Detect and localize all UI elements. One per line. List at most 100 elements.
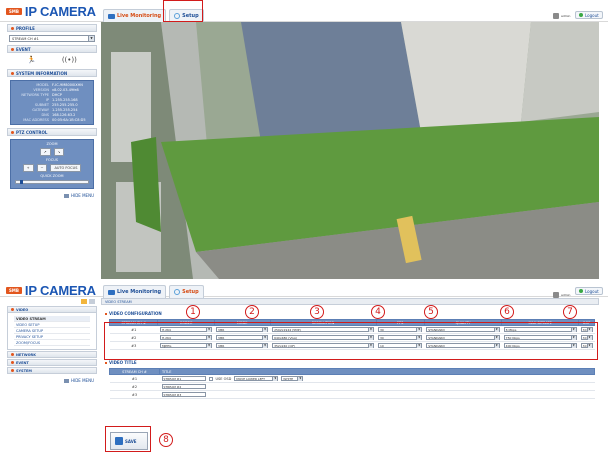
menu-network-label: NETWORK: [16, 352, 36, 357]
tab-live-label: Live Monitoring: [117, 289, 162, 295]
refresh-icon[interactable]: [89, 299, 95, 304]
bullet-icon: [11, 361, 14, 364]
tab-live-label: Live Monitoring: [117, 13, 162, 19]
profile-header[interactable]: PROFILE: [7, 24, 97, 32]
stream-select-value: STREAM CH #1: [12, 36, 39, 41]
use-osd-label: USE OSD: [215, 376, 232, 381]
info-key: DNS: [41, 113, 49, 117]
osd-color-select[interactable]: WHITE ▼: [281, 376, 304, 381]
home-icon[interactable]: [81, 299, 87, 304]
highlight-save-button: [105, 426, 151, 452]
bullet-icon: [11, 71, 14, 75]
tab-setup[interactable]: Setup: [169, 285, 204, 298]
title-cell: STREAM #1 USE OSD MOVE LOWER LEFT ▼ WHITE ▼: [159, 374, 595, 383]
annotation-marker: 1: [186, 305, 200, 319]
menu-event[interactable]: EVENT: [7, 359, 97, 366]
bullet-icon: [11, 369, 14, 372]
monitor-icon: [108, 289, 115, 295]
info-key: NETWORK TYPE: [21, 93, 49, 97]
osd-position-select[interactable]: MOVE LOWER LEFT ▼: [234, 376, 279, 381]
zoom-in-button[interactable]: ↗: [39, 148, 51, 156]
menu-toolbar: [7, 299, 97, 305]
sysinfo-header[interactable]: SYSTEM INFORMATION: [7, 69, 97, 77]
annotation-marker: 7: [563, 305, 577, 319]
title-cell: STREAM #3: [159, 390, 595, 399]
tab-live-monitoring[interactable]: Live Monitoring: [103, 285, 167, 298]
brand-badge: SMB: [6, 8, 22, 15]
bullet-icon: [11, 26, 14, 30]
menu-system[interactable]: SYSTEM: [7, 367, 97, 374]
info-value: 1.255.255.254: [52, 108, 78, 112]
info-key: SUBNET: [34, 103, 49, 107]
zoom-out-button[interactable]: ↘: [53, 148, 65, 156]
select-value: MOVE LOWER LEFT: [236, 376, 265, 381]
info-value: 255.255.255.0: [52, 103, 78, 107]
logout-button[interactable]: Logout: [575, 287, 603, 295]
video-title-label: VIDEO TITLE: [109, 360, 137, 365]
stream-select[interactable]: STREAM CH #1 ▼: [9, 35, 95, 42]
alarm-icon: ((•)): [61, 56, 77, 64]
brand-title: IP CAMERA: [24, 4, 96, 19]
system-info-panel: MODEL F-IC-9M8000IXHN VERSION v8.02.03-49fe…: [10, 80, 94, 125]
title-cell: STREAM #2: [159, 382, 595, 391]
highlight-setup-tab: [163, 0, 203, 22]
hide-menu-label: HIDE MENU: [71, 378, 94, 383]
submenu-item[interactable]: ZOOM/FOCUS: [14, 340, 90, 346]
setup-tabs: Live Monitoring Setup: [103, 285, 204, 298]
annotation-marker: 5: [424, 305, 438, 319]
menu-event-label: EVENT: [16, 360, 29, 365]
logout-label: Logout: [585, 288, 599, 294]
monitor-icon: [108, 13, 115, 19]
chevron-down-icon: ▼: [88, 36, 94, 41]
user-name: admin: [561, 14, 571, 18]
title-input[interactable]: STREAM #2: [161, 384, 206, 389]
info-value: 1.255.255.168: [52, 98, 78, 102]
annotation-marker: 2: [245, 305, 259, 319]
menu-system-label: SYSTEM: [16, 368, 32, 373]
sidebar: PROFILE STREAM CH #1 ▼ EVENT 🏃 ((•)) SYSTE…: [7, 22, 97, 198]
info-value: v8.02.03-49fe8: [52, 88, 79, 92]
menu-video[interactable]: VIDEO: [7, 306, 97, 313]
title-input[interactable]: STREAM #3: [161, 392, 206, 397]
title-input[interactable]: STREAM #1: [161, 376, 206, 381]
annotation-marker: 6: [500, 305, 514, 319]
video-config-label: VIDEO CONFIGURATION: [109, 311, 162, 316]
gear-icon: [174, 289, 181, 295]
info-value: 168.126.63.2: [52, 113, 76, 117]
brand-setup: SMB IP CAMERA: [6, 283, 96, 298]
user-name: admin: [561, 293, 571, 297]
zoom-label: ZOOM: [46, 142, 58, 146]
tab-live-monitoring[interactable]: Live Monitoring: [103, 9, 167, 22]
use-osd-checkbox[interactable]: [208, 376, 213, 381]
hide-icon: [64, 378, 70, 383]
bullet-icon: [11, 353, 14, 356]
logout-button[interactable]: Logout: [575, 11, 603, 19]
setup-menu: VIDEO VIDEO STREAM VIDEO SETUP CAMERA SETU…: [7, 299, 97, 383]
highlight-config-table: [104, 322, 598, 360]
live-video[interactable]: [101, 22, 599, 279]
hide-menu-button[interactable]: HIDE MENU: [7, 378, 97, 383]
bullet-icon: [105, 312, 107, 315]
focus-near-button[interactable]: +: [22, 164, 34, 172]
power-icon: [579, 13, 583, 17]
auto-focus-button[interactable]: AUTO FOCUS: [50, 164, 82, 172]
video-submenu: VIDEO STREAM VIDEO SETUP CAMERA SETUP PRIVA…: [7, 313, 97, 350]
ptz-label: PTZ CONTROL: [16, 129, 48, 135]
event-header[interactable]: EVENT: [7, 45, 97, 53]
info-value: F-IC-9M8000IXHN: [52, 83, 83, 87]
info-key: IP: [45, 98, 49, 102]
info-key: VERSION: [33, 88, 49, 92]
focus-far-button[interactable]: −: [36, 164, 48, 172]
annotation-marker: 8: [159, 433, 173, 447]
menu-video-label: VIDEO: [16, 307, 29, 312]
logout-label: Logout: [585, 12, 599, 18]
chevron-down-icon: ▼: [297, 376, 303, 381]
quick-zoom-slider[interactable]: [15, 180, 89, 184]
info-value: DHCP: [52, 93, 62, 97]
menu-network[interactable]: NETWORK: [7, 351, 97, 358]
ptz-header[interactable]: PTZ CONTROL: [7, 128, 97, 136]
event-icons: 🏃 ((•)): [7, 53, 97, 67]
hide-menu-button[interactable]: HIDE MENU: [7, 193, 97, 198]
info-key: MAC ADDRESS: [23, 118, 49, 122]
profile-label: PROFILE: [16, 25, 35, 31]
